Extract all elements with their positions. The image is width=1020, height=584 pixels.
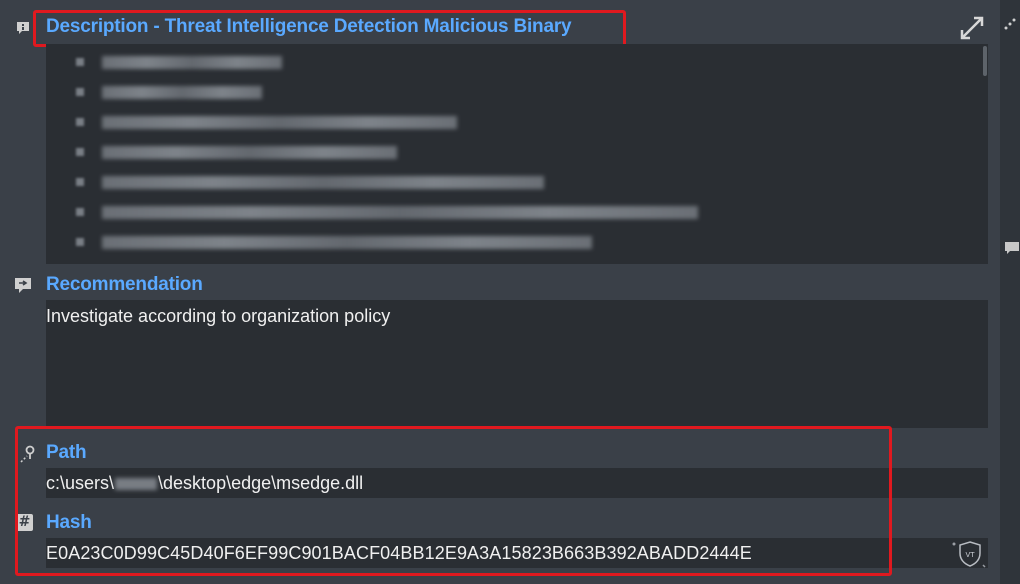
- description-scrollbar[interactable]: [983, 46, 987, 76]
- description-line-3: [76, 114, 457, 130]
- path-field[interactable]: c:\users\ \desktop\edge\msedge.dll: [46, 468, 988, 498]
- redacted-username: [115, 478, 158, 491]
- hash-icon: #: [16, 514, 33, 531]
- recommendation-icon: [14, 276, 32, 294]
- virustotal-shield-icon[interactable]: VT: [950, 539, 986, 569]
- description-line-6: [76, 204, 698, 220]
- path-suffix: \desktop\edge\msedge.dll: [158, 473, 364, 493]
- comment-icon[interactable]: [1004, 240, 1020, 256]
- hash-value: E0A23C0D99C45D40F6EF99C901BACF04BB12E9A3…: [46, 543, 752, 563]
- description-line-4: [76, 144, 397, 160]
- path-value: c:\users\ \desktop\edge\msedge.dll: [46, 473, 363, 494]
- vt-label: VT: [965, 551, 975, 559]
- path-prefix: c:\users\: [46, 473, 115, 493]
- recommendation-text: Investigate according to organization po…: [46, 306, 391, 326]
- description-title: Description - Threat Intelligence Detect…: [46, 16, 572, 37]
- description-line-1: [76, 54, 282, 70]
- hash-title: Hash: [46, 512, 92, 533]
- path-title: Path: [46, 442, 87, 463]
- recommendation-field[interactable]: Investigate according to organization po…: [46, 300, 988, 428]
- info-icon: [14, 20, 32, 38]
- description-line-7: [76, 234, 592, 250]
- expand-icon[interactable]: [958, 14, 986, 42]
- recommendation-title: Recommendation: [46, 274, 203, 295]
- path-icon: [18, 444, 36, 463]
- right-gutter: [1000, 0, 1020, 584]
- description-line-5: [76, 174, 544, 190]
- description-line-2: [76, 84, 262, 100]
- more-icon[interactable]: [1002, 16, 1018, 32]
- description-content: [46, 44, 988, 264]
- hash-field[interactable]: E0A23C0D99C45D40F6EF99C901BACF04BB12E9A3…: [46, 538, 988, 568]
